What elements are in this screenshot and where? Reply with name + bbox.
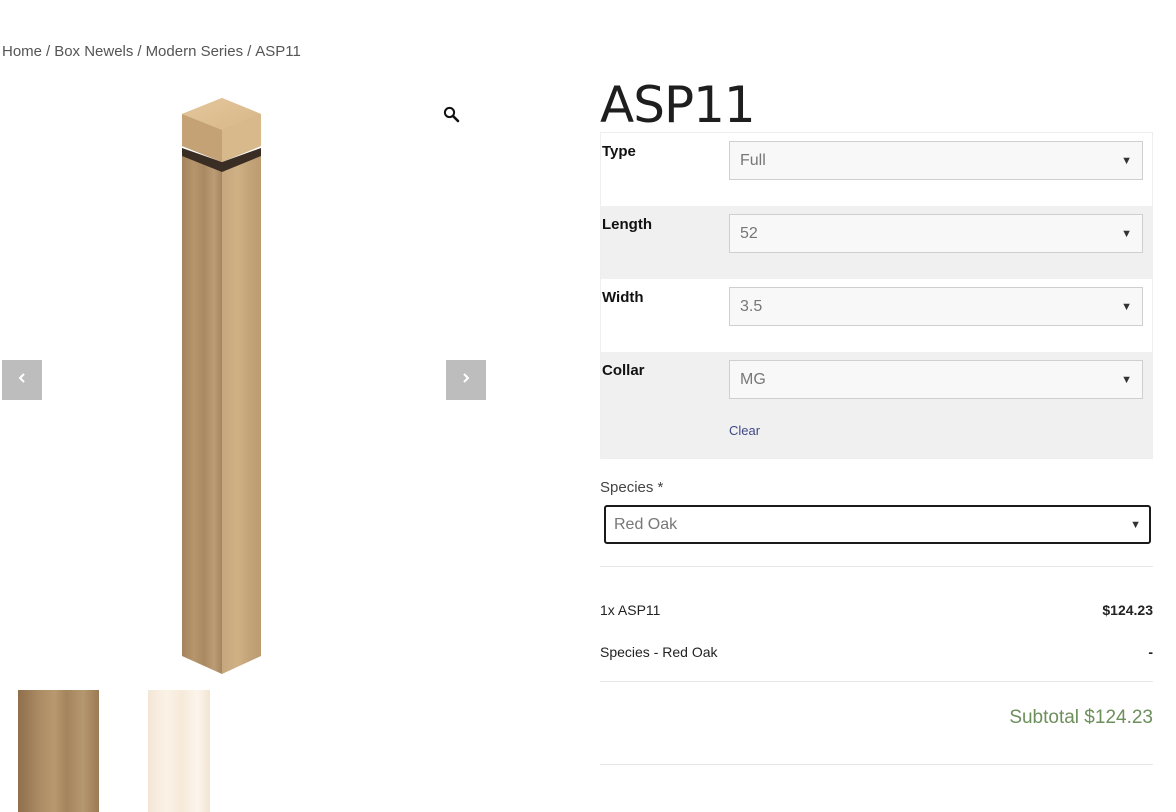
chevron-right-icon	[460, 371, 472, 389]
gallery-next-button[interactable]	[446, 360, 486, 400]
variation-label: Collar	[602, 362, 645, 379]
type-select[interactable]: Full ▼	[729, 141, 1143, 180]
breadcrumb-separator: /	[247, 43, 252, 60]
length-select-value: 52	[740, 224, 758, 242]
collar-select[interactable]: MG ▼	[729, 360, 1143, 399]
line-item: 1x ASP11 $124.23	[600, 602, 1153, 618]
breadcrumb-separator: /	[46, 43, 51, 60]
species-select[interactable]: Red Oak ▼	[604, 505, 1151, 544]
caret-down-icon: ▼	[1121, 227, 1132, 240]
divider	[600, 681, 1153, 682]
product-summary: ASP11 Type Full ▼ Length 52 ▼ Width 3.5 …	[600, 72, 1156, 765]
caret-down-icon: ▼	[1121, 373, 1132, 386]
breadcrumb-home[interactable]: Home	[2, 43, 42, 60]
variation-label: Length	[602, 216, 652, 233]
divider	[600, 764, 1153, 765]
variation-row-width: Width 3.5 ▼	[601, 279, 1152, 352]
breadcrumb-modern-series[interactable]: Modern Series	[146, 43, 244, 60]
line-item: Species - Red Oak -	[600, 644, 1153, 660]
caret-down-icon: ▼	[1121, 154, 1132, 167]
chevron-left-icon	[16, 371, 28, 389]
breadcrumb-box-newels[interactable]: Box Newels	[54, 43, 133, 60]
caret-down-icon: ▼	[1130, 518, 1141, 531]
thumbnail-wood-light[interactable]	[148, 690, 210, 812]
variation-row-type: Type Full ▼	[601, 133, 1152, 206]
clear-variations-link[interactable]: Clear	[729, 423, 760, 438]
variation-row-collar: Collar MG ▼ Clear	[601, 352, 1152, 458]
caret-down-icon: ▼	[1121, 300, 1132, 313]
magnifier-icon[interactable]	[443, 106, 461, 124]
variation-row-length: Length 52 ▼	[601, 206, 1152, 279]
breadcrumb: Home / Box Newels / Modern Series / ASP11	[2, 43, 301, 60]
line-item-price: $124.23	[1102, 602, 1153, 618]
thumbnail-strip	[18, 690, 218, 812]
variation-label: Type	[602, 143, 636, 160]
length-select[interactable]: 52 ▼	[729, 214, 1143, 253]
page-title: ASP11	[600, 76, 756, 134]
width-select-value: 3.5	[740, 297, 763, 315]
type-select-value: Full	[740, 151, 766, 169]
variation-label: Width	[602, 289, 644, 306]
collar-select-value: MG	[740, 370, 766, 388]
gallery-prev-button[interactable]	[2, 360, 42, 400]
variations-table: Type Full ▼ Length 52 ▼ Width 3.5 ▼ Coll…	[600, 132, 1153, 459]
subtotal: Subtotal $124.23	[1009, 707, 1153, 728]
species-select-value: Red Oak	[614, 515, 678, 533]
product-gallery	[0, 80, 490, 680]
line-item-name: Species - Red Oak	[600, 644, 718, 660]
breadcrumb-current: ASP11	[255, 43, 301, 60]
line-item-name: 1x ASP11	[600, 602, 661, 618]
product-image-newel-post	[182, 98, 261, 674]
thumbnail-wood-dark[interactable]	[18, 690, 99, 812]
breadcrumb-separator: /	[137, 43, 142, 60]
species-label: Species *	[600, 479, 664, 496]
divider	[600, 566, 1153, 567]
width-select[interactable]: 3.5 ▼	[729, 287, 1143, 326]
line-item-price: -	[1148, 644, 1153, 660]
